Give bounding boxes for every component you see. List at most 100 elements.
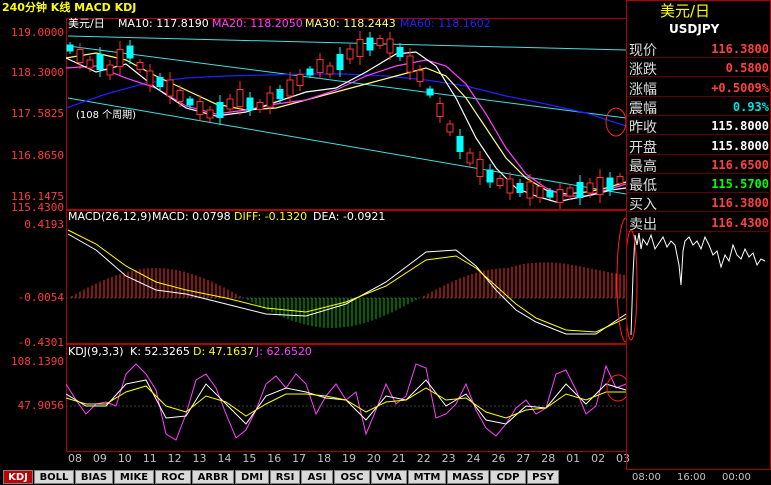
x-tick: 19 (342, 452, 356, 465)
kdj-j-line (66, 363, 627, 441)
quote-value: 0.93% (732, 99, 769, 114)
candle-body (486, 169, 494, 183)
kdj-y-tick: 108.1390 (11, 355, 64, 368)
tab-asi[interactable]: ASI (301, 470, 333, 484)
quote-label: 开盘 (629, 139, 657, 156)
quote-row: 涨跌 0.5800 (627, 58, 771, 78)
x-tick: 27 (516, 452, 531, 465)
candle-body (136, 62, 144, 70)
candle-body (116, 49, 124, 67)
candle-body (156, 77, 164, 87)
candle-body (616, 176, 624, 184)
kdj-plot (66, 363, 627, 441)
channel-lower-line (67, 97, 627, 195)
macd-histogram (71, 262, 625, 328)
candle-body (396, 47, 404, 57)
intraday-line (630, 232, 766, 336)
candle-body (556, 189, 564, 203)
x-tick: 15 (242, 452, 257, 465)
candlestick-series (66, 31, 624, 209)
highlight-circle (627, 229, 638, 341)
y-tick: 116.8650 (11, 149, 64, 162)
y-tick: 118.3000 (11, 66, 64, 79)
x-tick: 26 (491, 452, 506, 465)
macd-plot (66, 217, 627, 343)
candle-body (356, 39, 364, 57)
candle-body (186, 98, 194, 106)
x-tick: 22 (416, 452, 431, 465)
candle-body (176, 90, 184, 102)
quote-code: USDJPY (669, 22, 720, 36)
x-tick: 21 (391, 452, 406, 465)
channel-upper-line (67, 35, 627, 51)
quote-value: +0.5009% (711, 80, 769, 95)
candle-body (286, 79, 294, 97)
candle-body (96, 54, 104, 70)
candle-body (346, 48, 354, 60)
macd-y-tick: -0.0054 (17, 291, 64, 304)
tab-mass[interactable]: MASS (447, 470, 489, 484)
time-tick: 00:00 (722, 472, 751, 483)
candle-body (386, 38, 394, 54)
tab-kdj[interactable]: KDJ (3, 470, 33, 484)
quote-label: 震幅 (629, 100, 657, 117)
candle-body (516, 183, 524, 193)
kdj-d-line (66, 385, 626, 419)
x-tick: 24 (466, 452, 481, 465)
macd-y-tick: -0.4301 (17, 336, 64, 349)
tab-mtm[interactable]: MTM (408, 470, 446, 484)
x-tick: 13 (192, 452, 207, 465)
quote-label: 昨收 (629, 120, 657, 137)
candle-body (406, 55, 414, 73)
tab-cdp[interactable]: CDP (490, 470, 526, 484)
candle-body (256, 102, 264, 110)
quote-label: 最低 (629, 178, 657, 195)
x-tick: 09 (92, 452, 107, 465)
candle-body (216, 102, 224, 118)
tab-osc[interactable]: OSC (334, 470, 370, 484)
x-tick: 10 (117, 452, 132, 465)
quote-label: 买入 (629, 197, 657, 214)
candle-body (496, 178, 504, 186)
candle-body (266, 92, 274, 108)
candle-body (336, 54, 344, 70)
tab-dmi[interactable]: DMI (235, 470, 269, 484)
tab-roc[interactable]: ROC (155, 470, 191, 484)
candle-body (526, 181, 534, 199)
quote-row: 昨收 115.8000 (627, 116, 771, 137)
candle-body (276, 89, 284, 99)
candle-body (566, 187, 574, 197)
x-tick: 01 (566, 452, 581, 465)
candle-body (206, 109, 214, 119)
x-tick: 28 (541, 452, 556, 465)
tab-arbr[interactable]: ARBR (192, 470, 234, 484)
macd-y-tick: 0.4193 (24, 218, 64, 231)
y-tick: 117.5825 (11, 107, 64, 120)
x-tick: 16 (267, 452, 282, 465)
tab-psy[interactable]: PSY (527, 470, 559, 484)
candle-body (446, 123, 454, 133)
candle-body (546, 190, 554, 198)
candle-body (586, 182, 594, 194)
candle-body (106, 64, 114, 76)
candle-body (146, 70, 154, 86)
y-tick: 115.4300 (11, 201, 64, 214)
quote-label: 最高 (629, 158, 657, 175)
tab-boll[interactable]: BOLL (34, 470, 74, 484)
x-tick: 20 (366, 452, 381, 465)
candle-body (126, 45, 134, 59)
candle-body (236, 89, 244, 107)
quote-value: 116.3800 (711, 196, 769, 211)
candle-body (416, 70, 424, 82)
x-tick: 14 (217, 452, 232, 465)
tab-rsi[interactable]: RSI (270, 470, 300, 484)
tab-vma[interactable]: VMA (371, 470, 407, 484)
tab-bias[interactable]: BIAS (75, 470, 113, 484)
candle-body (456, 136, 464, 152)
x-tick: 18 (317, 452, 332, 465)
candle-body (366, 37, 374, 51)
quote-row: 买入 116.3800 (627, 193, 771, 214)
quote-row: 开盘 115.8000 (627, 136, 771, 156)
x-tick: 12 (167, 452, 182, 465)
tab-mike[interactable]: MIKE (114, 470, 154, 484)
